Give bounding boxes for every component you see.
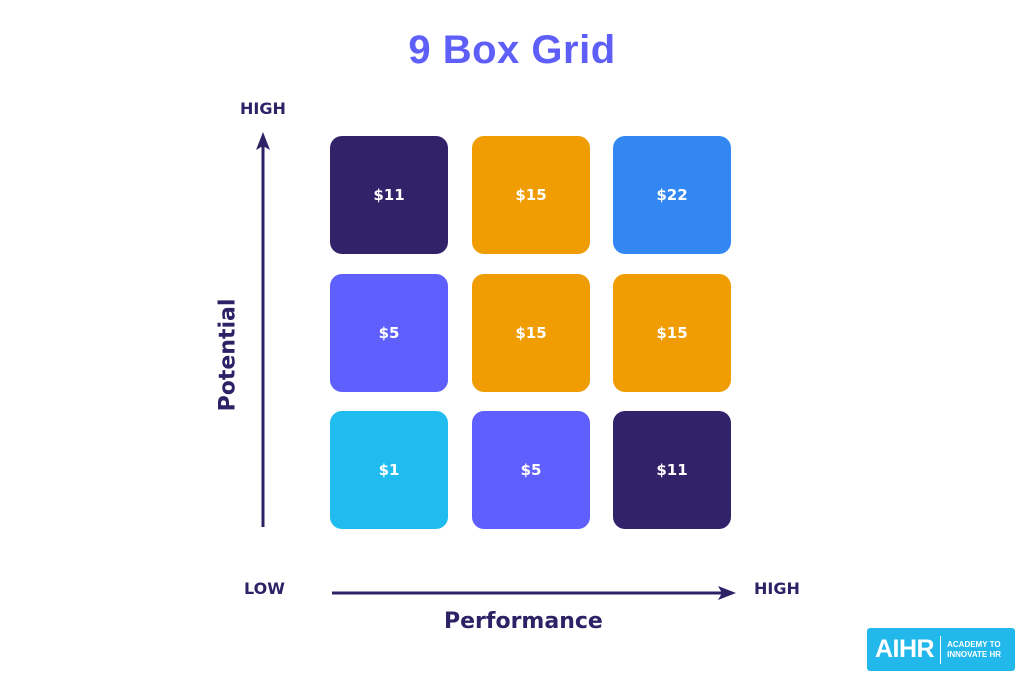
aihr-logo: AIHR ACADEMY TO INNOVATE HR: [867, 628, 1015, 671]
grid-box-value: $15: [656, 324, 688, 342]
grid-box-value: $1: [378, 461, 400, 479]
grid-box: $15: [472, 274, 590, 392]
grid-box: $1: [330, 411, 448, 529]
y-axis-title: Potential: [215, 298, 241, 412]
grid-box-value: $11: [373, 186, 405, 204]
logo-mark: AIHR: [875, 635, 935, 663]
grid-box: $5: [472, 411, 590, 529]
x-axis-arrow: [332, 586, 736, 600]
grid-box: $11: [613, 411, 731, 529]
y-axis-arrow: [256, 132, 270, 527]
logo-text-line1: ACADEMY TO: [947, 639, 1001, 649]
x-axis-low-label: LOW: [244, 579, 285, 598]
y-axis-high-label: HIGH: [240, 99, 286, 118]
grid-box: $22: [613, 136, 731, 254]
grid-box-value: $5: [378, 324, 400, 342]
logo-text: ACADEMY TO INNOVATE HR: [947, 640, 1001, 660]
grid-box: $11: [330, 136, 448, 254]
x-axis-high-label: HIGH: [754, 579, 800, 598]
grid-box-value: $15: [515, 186, 547, 204]
logo-text-line2: INNOVATE HR: [947, 649, 1002, 659]
grid-box: $5: [330, 274, 448, 392]
grid-box-value: $22: [656, 186, 688, 204]
logo-divider: [940, 635, 942, 664]
grid-box-value: $11: [656, 461, 688, 479]
grid-box: $15: [472, 136, 590, 254]
grid-box-value: $5: [520, 461, 542, 479]
x-axis-title: Performance: [444, 609, 603, 634]
grid-box: $15: [613, 274, 731, 392]
grid-box-value: $15: [515, 324, 547, 342]
